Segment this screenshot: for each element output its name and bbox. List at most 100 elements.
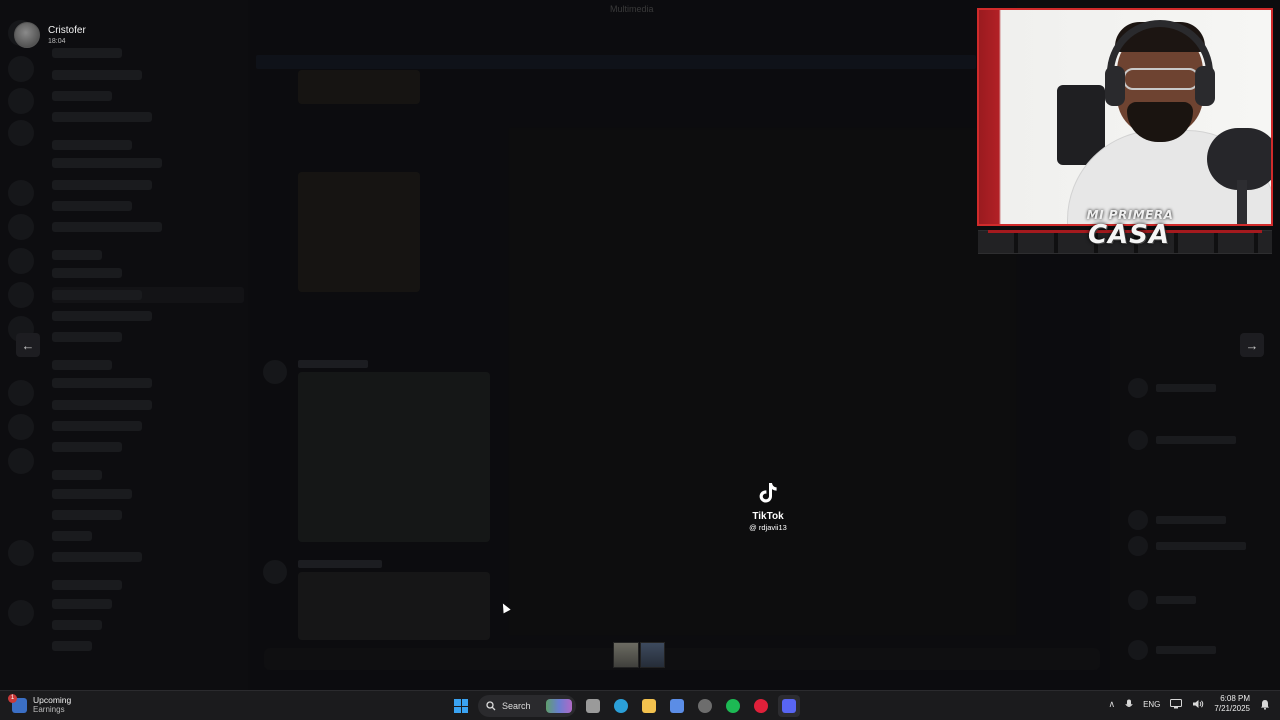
notice-bar — [256, 55, 976, 69]
message-composer — [264, 648, 1100, 670]
message-avatar — [263, 360, 287, 384]
network-icon[interactable] — [1170, 699, 1183, 709]
channel-row — [52, 268, 122, 278]
channel-row — [52, 180, 152, 190]
uploader-name: Cristofer — [48, 24, 86, 36]
file-explorer-icon — [642, 699, 656, 713]
channel-row — [52, 641, 92, 651]
taskbar-app-1[interactable] — [610, 695, 632, 717]
server-icon — [8, 448, 34, 474]
news-subtitle: Earnings — [33, 705, 65, 714]
system-tray: ∧ ENG 6:08 PM 7/21/2025 — [1108, 694, 1270, 714]
headset-cup — [1105, 66, 1125, 106]
previous-media-button[interactable]: ← — [16, 333, 40, 357]
arrow-left-icon: ← — [21, 337, 35, 353]
clock-time: 6:08 PM — [1220, 694, 1250, 703]
tiktok-icon — [759, 483, 777, 503]
notification-badge: 1 — [8, 693, 17, 703]
member-list — [1110, 260, 1280, 690]
taskbar-app-2[interactable] — [638, 695, 660, 717]
channel-row — [52, 48, 122, 58]
channel-row — [52, 442, 122, 452]
attachment-thumbnail — [298, 70, 420, 104]
member-avatar — [1128, 640, 1148, 660]
channel-row — [52, 552, 142, 562]
server-icon — [8, 56, 34, 82]
widgets-news[interactable]: 1 Upcoming Earnings — [8, 693, 71, 715]
taskbar-apps: Search — [450, 695, 800, 717]
upload-timestamp: 18:04 — [48, 37, 66, 45]
attachment-thumbnail — [298, 372, 490, 542]
search-input[interactable]: Search — [478, 695, 576, 717]
chrome-icon — [698, 699, 712, 713]
tiktok-watermark: TikTok @ rdjavii13 — [738, 482, 798, 533]
tiktok-handle: @ rdjavii13 — [749, 523, 787, 532]
member-name — [1156, 384, 1216, 392]
channel-row — [52, 400, 152, 410]
message-avatar — [263, 560, 287, 584]
channel-row — [52, 489, 132, 499]
channel-row — [52, 290, 142, 300]
channel-row — [52, 378, 152, 388]
member-name — [1156, 542, 1246, 550]
taskbar-preview-thumbnails[interactable] — [613, 642, 665, 668]
channel-row — [52, 112, 152, 122]
channel-row — [52, 531, 92, 541]
channel-row — [52, 421, 142, 431]
taskbar-app-6[interactable] — [750, 695, 772, 717]
arrow-right-icon: → — [1245, 337, 1259, 353]
channel-row — [52, 470, 102, 480]
tiktok-brand: TikTok — [752, 511, 784, 522]
headset-cup — [1195, 66, 1215, 106]
search-placeholder: Search — [502, 701, 531, 711]
member-avatar — [1128, 536, 1148, 556]
webcam-overlay — [977, 8, 1273, 226]
channel-row — [52, 360, 112, 370]
notification-bell-icon[interactable] — [1260, 699, 1270, 710]
banner-title-line2: CASA — [1087, 220, 1171, 250]
taskbar-app-3[interactable] — [666, 695, 688, 717]
member-name — [1156, 516, 1226, 524]
server-icon — [8, 414, 34, 440]
spotify-icon — [726, 699, 740, 713]
start-button[interactable] — [450, 695, 472, 717]
taskbar-app-0[interactable] — [582, 695, 604, 717]
channel-row — [52, 510, 122, 520]
server-icon — [8, 214, 34, 240]
server-icon — [8, 282, 34, 308]
message-author — [298, 560, 382, 568]
windows-icon — [454, 699, 468, 713]
channel-row — [52, 311, 152, 321]
channel-row — [52, 599, 112, 609]
clock[interactable]: 6:08 PM 7/21/2025 — [1214, 694, 1250, 714]
clock-date: 7/21/2025 — [1214, 704, 1250, 713]
taskbar-app-5[interactable] — [722, 695, 744, 717]
volume-icon[interactable] — [1192, 699, 1204, 709]
mic-arm — [1237, 180, 1247, 224]
server-icon — [8, 540, 34, 566]
channel-row — [52, 250, 102, 260]
member-avatar — [1128, 590, 1148, 610]
message-author — [298, 360, 368, 368]
show-hidden-icons-button[interactable]: ∧ — [1108, 699, 1115, 710]
member-name — [1156, 646, 1216, 654]
taskbar-app-4[interactable] — [694, 695, 716, 717]
channel-row — [52, 620, 102, 630]
server-icon — [8, 380, 34, 406]
language-indicator[interactable]: ENG — [1143, 700, 1160, 709]
member-name — [1156, 436, 1236, 444]
server-icon — [8, 248, 34, 274]
channel-row — [52, 201, 132, 211]
channel-row — [52, 140, 132, 150]
server-icon — [8, 600, 34, 626]
preview-thumbnail[interactable] — [613, 642, 639, 668]
taskbar-app-7[interactable] — [778, 695, 800, 717]
channel-row — [52, 580, 122, 590]
microphone-icon[interactable] — [1125, 699, 1133, 710]
preview-thumbnail[interactable] — [639, 642, 665, 668]
next-media-button[interactable]: → — [1240, 333, 1264, 357]
channel-row — [52, 158, 162, 168]
search-highlight-icon — [546, 699, 572, 713]
edge-icon — [614, 699, 628, 713]
member-avatar — [1128, 378, 1148, 398]
